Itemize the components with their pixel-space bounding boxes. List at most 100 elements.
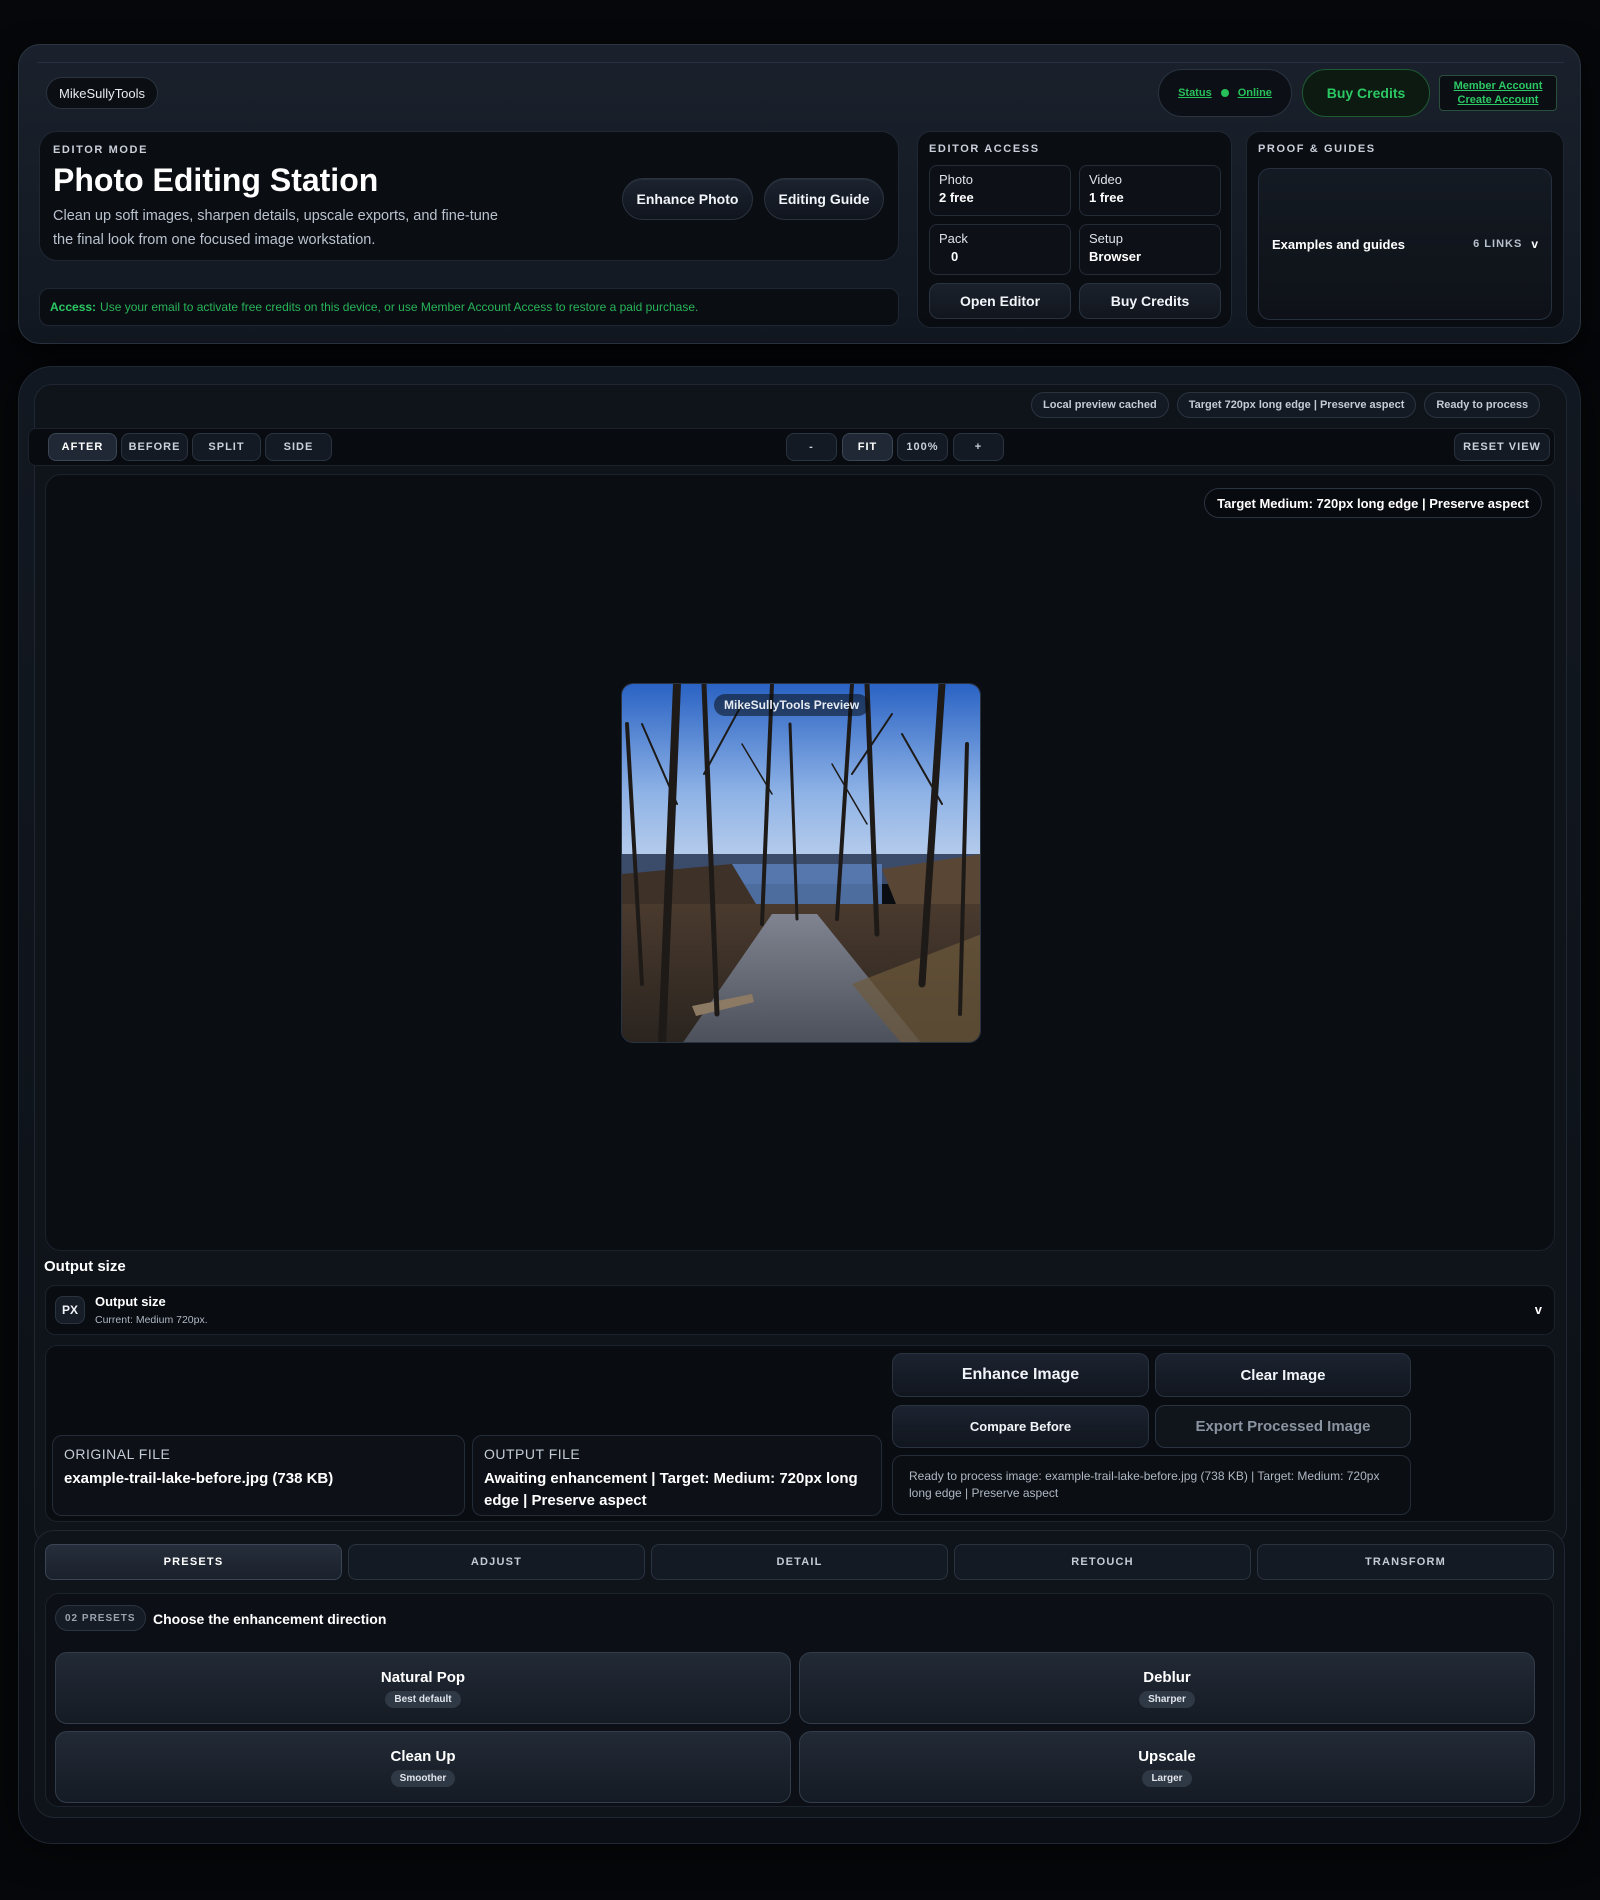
process-status-message: Ready to process image: example-trail-la… [892,1455,1411,1515]
original-file-label: ORIGINAL FILE [64,1446,171,1462]
stat-value: Browser [1089,249,1142,264]
view-split-button[interactable]: SPLIT [192,433,261,461]
view-before-button[interactable]: BEFORE [121,433,188,461]
editing-guide-button[interactable]: Editing Guide [764,178,884,220]
links-count: 6 LINKS [1473,238,1523,250]
preview-watermark: MikeSullyTools Preview [714,694,870,716]
stat-photo: Photo 2 free [929,165,1071,216]
access-label: Access: [50,300,97,314]
stat-video: Video 1 free [1079,165,1221,216]
output-size-dropdown[interactable]: PX Output size Current: Medium 720px. v [45,1285,1555,1335]
tab-detail[interactable]: DETAIL [651,1544,948,1580]
preset-tag: Larger [1142,1769,1192,1787]
preset-upscale[interactable]: Upscale Larger [799,1731,1535,1803]
original-file-value: example-trail-lake-before.jpg (738 KB) [64,1470,334,1487]
px-icon: PX [55,1296,85,1324]
reset-view-button[interactable]: RESET VIEW [1454,433,1550,461]
editor-mode-eyebrow: EDITOR MODE [53,144,149,156]
preset-name: Clean Up [390,1747,456,1765]
status-indicator[interactable]: Status Online [1158,69,1292,117]
target-chip: Target 720px long edge | Preserve aspect [1176,392,1417,418]
proof-eyebrow: PROOF & GUIDES [1258,143,1376,155]
status-label: Status [1178,87,1212,99]
zoom-fit-button[interactable]: FIT [842,433,893,461]
zoom-out-button[interactable]: - [786,433,837,461]
stat-setup: Setup Browser [1079,224,1221,275]
buy-credits-header-button[interactable]: Buy Credits [1302,69,1430,117]
preset-natural-pop[interactable]: Natural Pop Best default [55,1652,791,1724]
tab-retouch[interactable]: RETOUCH [954,1544,1251,1580]
preset-name: Deblur [1143,1668,1191,1686]
stat-value: 0 [951,249,959,264]
status-dot-icon [1220,89,1229,97]
account-links: Member Account Create Account [1439,75,1557,111]
access-notice: Access: Use your email to activate free … [39,288,899,326]
stat-value: 2 free [939,190,974,205]
presets-count-badge: 02 PRESETS [55,1605,146,1631]
preview-image[interactable]: MikeSullyTools Preview [621,683,981,1043]
preset-clean-up[interactable]: Clean Up Smoother [55,1731,791,1803]
enhance-photo-button[interactable]: Enhance Photo [622,178,753,220]
stat-pack: Pack 0 [929,224,1071,275]
editor-access-card: EDITOR ACCESS Photo 2 free Video 1 free … [917,131,1232,328]
preset-tag: Smoother [390,1769,456,1787]
editor-access-eyebrow: EDITOR ACCESS [929,143,1040,155]
page-description: Clean up soft images, sharpen details, u… [53,208,498,248]
original-file-card: ORIGINAL FILE example-trail-lake-before.… [52,1435,465,1516]
action-area: ORIGINAL FILE example-trail-lake-before.… [45,1345,1555,1522]
stat-key: Video [1089,172,1123,187]
preset-deblur[interactable]: Deblur Sharper [799,1652,1535,1724]
open-editor-button[interactable]: Open Editor [929,283,1071,319]
output-size-current: Current: Medium 720px. [95,1314,208,1326]
preset-tag: Best default [385,1690,461,1708]
view-toolbar: AFTER BEFORE SPLIT SIDE - FIT 100% + RES… [28,428,1555,466]
presets-panel: 02 PRESETS Choose the enhancement direct… [45,1593,1554,1807]
tools-panel: PRESETS ADJUST DETAIL RETOUCH TRANSFORM … [34,1530,1565,1818]
status-chips: Local preview cached Target 720px long e… [1031,392,1541,418]
tab-adjust[interactable]: ADJUST [348,1544,645,1580]
trail-lake-photo [622,684,980,1042]
target-size-badge: Target Medium: 720px long edge | Preserv… [1204,488,1542,518]
stat-key: Photo [939,172,973,187]
stat-key: Setup [1089,231,1123,246]
cache-chip: Local preview cached [1031,392,1169,418]
header-panel: MikeSullyTools Status Online Buy Credits… [18,44,1581,344]
output-size-heading: Output size [44,1258,126,1275]
enhance-image-button[interactable]: Enhance Image [892,1353,1149,1397]
examples-dropdown[interactable]: Examples and guides 6 LINKS v [1258,168,1552,320]
create-account-link[interactable]: Create Account [1458,93,1539,107]
member-account-link[interactable]: Member Account [1454,79,1543,93]
zoom-in-button[interactable]: + [953,433,1004,461]
stat-key: Pack [939,231,968,246]
compare-before-button[interactable]: Compare Before [892,1405,1149,1448]
export-image-button[interactable]: Export Processed Image [1155,1405,1411,1448]
examples-label: Examples and guides [1272,236,1405,252]
image-viewer[interactable]: Target Medium: 720px long edge | Preserv… [45,474,1555,1251]
proof-guides-card: PROOF & GUIDES Examples and guides 6 LIN… [1246,131,1564,328]
view-after-button[interactable]: AFTER [48,433,117,461]
output-size-title: Output size [95,1294,166,1309]
view-side-button[interactable]: SIDE [265,433,332,461]
output-file-card: OUTPUT FILE Awaiting enhancement | Targe… [472,1435,882,1516]
zoom-100-button[interactable]: 100% [897,433,948,461]
tab-presets[interactable]: PRESETS [45,1544,342,1580]
brand-logo[interactable]: MikeSullyTools [46,77,158,109]
page-title: Photo Editing Station [53,162,379,198]
preset-tag: Sharper [1139,1690,1195,1708]
preset-name: Upscale [1138,1747,1196,1765]
chevron-down-icon: v [1531,237,1538,251]
buy-credits-button[interactable]: Buy Credits [1079,283,1221,319]
presets-heading: Choose the enhancement direction [153,1611,387,1627]
output-file-label: OUTPUT FILE [484,1446,581,1462]
ready-chip: Ready to process [1424,392,1541,418]
header-divider [37,62,1564,63]
chevron-down-icon: v [1534,1302,1542,1317]
links-count-group: 6 LINKS v [1473,237,1538,251]
output-file-value: Awaiting enhancement | Target: Medium: 7… [484,1470,858,1509]
access-text: Use your email to activate free credits … [100,300,699,314]
stat-value: 1 free [1089,190,1124,205]
preset-name: Natural Pop [380,1668,466,1686]
tab-transform[interactable]: TRANSFORM [1257,1544,1554,1580]
status-value: Online [1237,87,1272,99]
clear-image-button[interactable]: Clear Image [1155,1353,1411,1397]
